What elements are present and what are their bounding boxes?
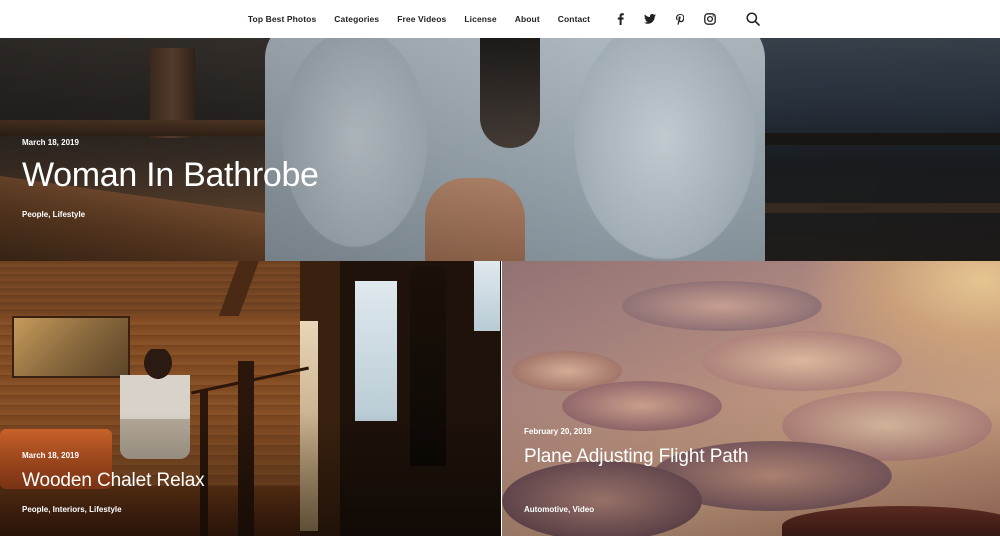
main-menu: Top Best Photos Categories Free Videos L… [239,14,599,24]
nav-link-about[interactable]: About [515,14,540,24]
post-card-wooden-chalet[interactable]: March 18, 2019 Wooden Chalet Relax Peopl… [0,261,501,536]
instagram-icon[interactable] [703,12,717,26]
nav-link-free-videos[interactable]: Free Videos [397,14,446,24]
post-title[interactable]: Plane Adjusting Flight Path [524,445,754,468]
post-date: February 20, 2019 [524,427,592,436]
nav-link-top-best-photos[interactable]: Top Best Photos [248,14,316,24]
post-date: March 18, 2019 [22,451,79,460]
search-icon[interactable] [745,11,761,27]
facebook-icon[interactable] [613,12,627,26]
top-navigation: Top Best Photos Categories Free Videos L… [0,0,1000,38]
pinterest-icon[interactable] [673,12,687,26]
nav-link-license[interactable]: License [464,14,496,24]
post-title[interactable]: Woman In Bathrobe [22,156,319,195]
post-categories[interactable]: Automotive, Video [524,505,594,514]
post-categories[interactable]: People, Interiors, Lifestyle [22,505,122,514]
twitter-icon[interactable] [643,12,657,26]
social-links [605,12,725,26]
post-title[interactable]: Wooden Chalet Relax [22,469,205,492]
nav-link-contact[interactable]: Contact [558,14,590,24]
post-date: March 18, 2019 [22,138,79,147]
post-card-plane-flight-path[interactable]: February 20, 2019 Plane Adjusting Flight… [502,261,1000,536]
nav-link-categories[interactable]: Categories [334,14,379,24]
post-categories[interactable]: People, Lifestyle [22,210,85,219]
featured-post[interactable]: March 18, 2019 Woman In Bathrobe People,… [0,38,1000,261]
